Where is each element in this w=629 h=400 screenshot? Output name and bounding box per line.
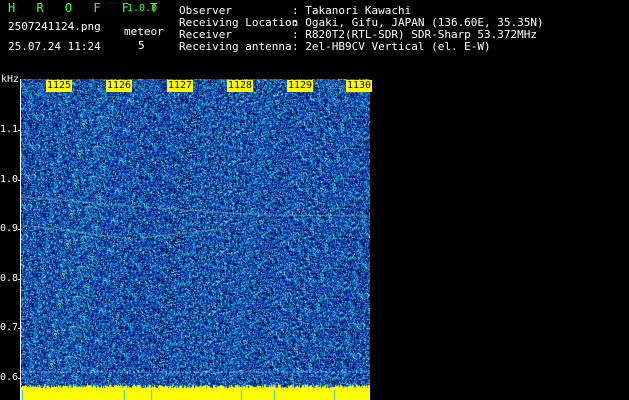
spectrogram-canvas: [21, 79, 370, 400]
x-tick-label: 1128: [227, 80, 254, 92]
axis-unit: kHz: [1, 74, 20, 85]
meteor-count: 5: [138, 39, 145, 52]
y-tick-label: 0.7: [0, 322, 19, 333]
info-key-antenna: Receiving antenna: [179, 40, 292, 53]
x-tick-label: 1129: [287, 80, 314, 92]
x-tick-label: 1130: [346, 80, 373, 92]
y-tick-label: 0.8: [0, 273, 19, 284]
x-tick-label: 1126: [106, 80, 133, 92]
x-tick-label: 1127: [167, 80, 194, 92]
y-tick-label: 0.6: [0, 372, 19, 383]
y-tick-label: 1.1: [0, 124, 19, 135]
y-tick-label: 1.0: [0, 174, 19, 185]
info-value-antenna: : 2el-HB9CV Vertical (el. E-W): [292, 40, 491, 53]
x-tick-label: 1125: [46, 80, 73, 92]
y-tick-label: 0.9: [0, 223, 19, 234]
file-name: 2507241124.png: [8, 20, 101, 33]
app-version: 1.0.0: [127, 3, 158, 14]
file-datetime: 25.07.24 11:24: [8, 40, 101, 53]
meteor-label: meteor: [124, 25, 164, 38]
